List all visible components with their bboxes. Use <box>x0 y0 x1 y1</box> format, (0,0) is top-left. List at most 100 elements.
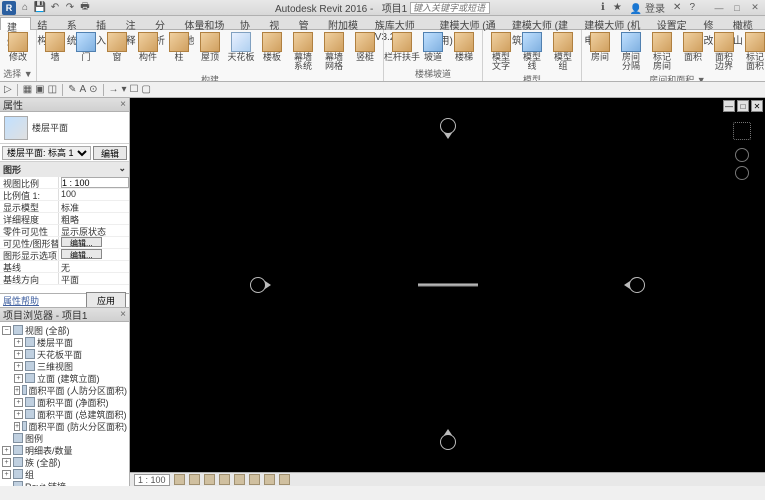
tree-node[interactable]: +三维视图 <box>0 360 129 372</box>
apply-button[interactable]: 应用 <box>86 292 126 308</box>
expand-icon[interactable]: − <box>2 326 11 335</box>
help-search[interactable] <box>410 2 490 14</box>
nav-wheel-icon[interactable] <box>735 148 749 162</box>
ribbon-button[interactable]: 坡道 <box>419 32 447 62</box>
view-maximize-icon[interactable]: □ <box>737 100 749 112</box>
property-value[interactable]: 100 <box>58 189 129 200</box>
hide-icon[interactable] <box>264 474 275 485</box>
ribbon-button[interactable]: 房间 <box>586 32 614 62</box>
expand-icon[interactable]: + <box>2 446 11 455</box>
tab-系统[interactable]: 系统 <box>61 16 90 29</box>
crop-region-icon[interactable] <box>249 474 260 485</box>
favorite-icon[interactable]: ★ <box>613 2 622 13</box>
minimize-icon[interactable]: — <box>711 2 727 14</box>
ribbon-button[interactable]: 竖梃 <box>351 32 379 62</box>
qat-undo-icon[interactable]: ↶ <box>48 2 62 14</box>
ribbon-button[interactable]: 窗 <box>103 32 131 62</box>
tree-node[interactable]: +面积平面 (净面积) <box>0 396 129 408</box>
tab-建模大师 (机电)[interactable]: 建模大师 (机电) <box>578 16 650 29</box>
elevation-marker-north[interactable] <box>440 118 456 134</box>
infocenter-icon[interactable]: ℹ <box>601 2 605 13</box>
tree-node[interactable]: Revit 链接 <box>0 480 129 486</box>
expand-icon[interactable]: + <box>14 338 23 347</box>
property-value[interactable]: 粗略 <box>58 213 129 224</box>
expand-icon[interactable]: + <box>14 410 23 419</box>
visual-style-icon[interactable] <box>189 474 200 485</box>
tab-建模大师 (通用)[interactable]: 建模大师 (通用) <box>433 16 505 29</box>
tab-族库大师V3.2[interactable]: 族库大师V3.2 <box>369 16 434 29</box>
exchange-icon[interactable]: ✕ <box>673 2 681 13</box>
ribbon-button[interactable]: 栏杆扶手 <box>388 32 416 62</box>
ribbon-button[interactable]: 标记 房间 <box>648 32 676 71</box>
ribbon-button[interactable]: 幕墙 系统 <box>289 32 317 71</box>
qat-save-icon[interactable]: 💾 <box>33 2 47 14</box>
ribbon-button[interactable]: 楼板 <box>258 32 286 62</box>
help-icon[interactable]: ? <box>689 2 695 13</box>
tab-分析[interactable]: 分析 <box>149 16 178 29</box>
ribbon-button[interactable]: 屋顶 <box>196 32 224 62</box>
ob-icon[interactable]: A <box>79 84 86 95</box>
view-minimize-icon[interactable]: — <box>723 100 735 112</box>
modify-chevron-icon[interactable]: ▷ <box>4 84 12 95</box>
tab-建模大师 (建筑)[interactable]: 建模大师 (建筑) <box>506 16 578 29</box>
property-value[interactable]: 显示原状态 <box>58 225 129 236</box>
tree-node[interactable]: +组 <box>0 468 129 480</box>
drawing-canvas[interactable]: — □ ✕ <box>130 98 765 472</box>
ribbon-button[interactable]: 天花板 <box>227 32 255 62</box>
ob-icon[interactable]: ⊙ <box>89 84 97 95</box>
property-edit-button[interactable]: 编辑... <box>61 237 102 247</box>
nav-wheel-icon[interactable] <box>735 166 749 180</box>
ob-icon[interactable]: ▣ <box>35 84 44 95</box>
detail-level-icon[interactable] <box>174 474 185 485</box>
ribbon-button[interactable]: 模型 组 <box>549 32 577 71</box>
type-selector[interactable]: 楼层平面 <box>0 112 129 144</box>
app-logo[interactable]: R <box>2 1 16 15</box>
view-close-icon[interactable]: ✕ <box>751 100 763 112</box>
ribbon-button[interactable]: 模型 文字 <box>487 32 515 71</box>
ob-icon[interactable]: ☐ <box>130 84 139 95</box>
property-value[interactable] <box>58 177 129 188</box>
instance-filter[interactable]: 楼层平面: 标高 1 <box>2 146 91 160</box>
tab-插入[interactable]: 插入 <box>90 16 119 29</box>
view-cube[interactable] <box>733 122 751 140</box>
tree-node[interactable]: +明细表/数量 <box>0 444 129 456</box>
tab-协作[interactable]: 协作 <box>234 16 263 29</box>
tree-node[interactable]: +族 (全部) <box>0 456 129 468</box>
tree-node[interactable]: +面积平面 (总建筑面积) <box>0 408 129 420</box>
ribbon-button[interactable]: 面积 边界 <box>710 32 738 71</box>
elevation-marker-south[interactable] <box>440 434 456 450</box>
tree-node[interactable]: +面积平面 (人防分区面积) <box>0 384 129 396</box>
ob-arrow-icon[interactable]: → <box>109 84 119 95</box>
ob-icon[interactable]: ▢ <box>142 84 151 95</box>
expand-icon[interactable]: + <box>14 398 23 407</box>
close-panel-icon[interactable]: × <box>120 309 126 320</box>
expand-icon[interactable]: + <box>14 350 23 359</box>
ribbon-button[interactable]: 墙 <box>41 32 69 62</box>
ob-dropdown-icon[interactable]: ▾ <box>122 84 127 95</box>
expand-icon[interactable]: + <box>14 362 23 371</box>
tab-结构[interactable]: 结构 <box>31 16 60 29</box>
wall-element[interactable] <box>418 284 478 287</box>
tab-注释[interactable]: 注释 <box>120 16 149 29</box>
ob-icon[interactable]: ▦ <box>23 84 32 95</box>
expand-icon[interactable]: + <box>14 374 23 383</box>
tree-node[interactable]: −视图 (全部) <box>0 324 129 336</box>
property-value[interactable]: 编辑... <box>58 249 129 260</box>
close-icon[interactable]: ✕ <box>747 2 763 14</box>
ribbon-button[interactable]: 幕墙 网格 <box>320 32 348 71</box>
ribbon-button[interactable]: 模型 线 <box>518 32 546 71</box>
tree-node[interactable]: +楼层平面 <box>0 336 129 348</box>
crop-icon[interactable] <box>234 474 245 485</box>
signin-button[interactable]: 👤 登录 <box>630 0 665 15</box>
expand-icon[interactable]: + <box>2 458 11 467</box>
elevation-marker-west[interactable] <box>250 277 266 293</box>
tab-橄榄山[interactable]: 橄榄山 <box>727 16 765 29</box>
properties-help-link[interactable]: 属性帮助 <box>3 294 39 307</box>
tab-视图[interactable]: 视图 <box>263 16 292 29</box>
tab-建筑[interactable]: 建筑 <box>0 17 31 30</box>
shadow-icon[interactable] <box>219 474 230 485</box>
tab-体量和场地[interactable]: 体量和场地 <box>178 16 233 29</box>
elevation-marker-east[interactable] <box>629 277 645 293</box>
expand-icon[interactable]: + <box>2 470 11 479</box>
property-category[interactable]: 图形⌄ <box>0 162 129 177</box>
